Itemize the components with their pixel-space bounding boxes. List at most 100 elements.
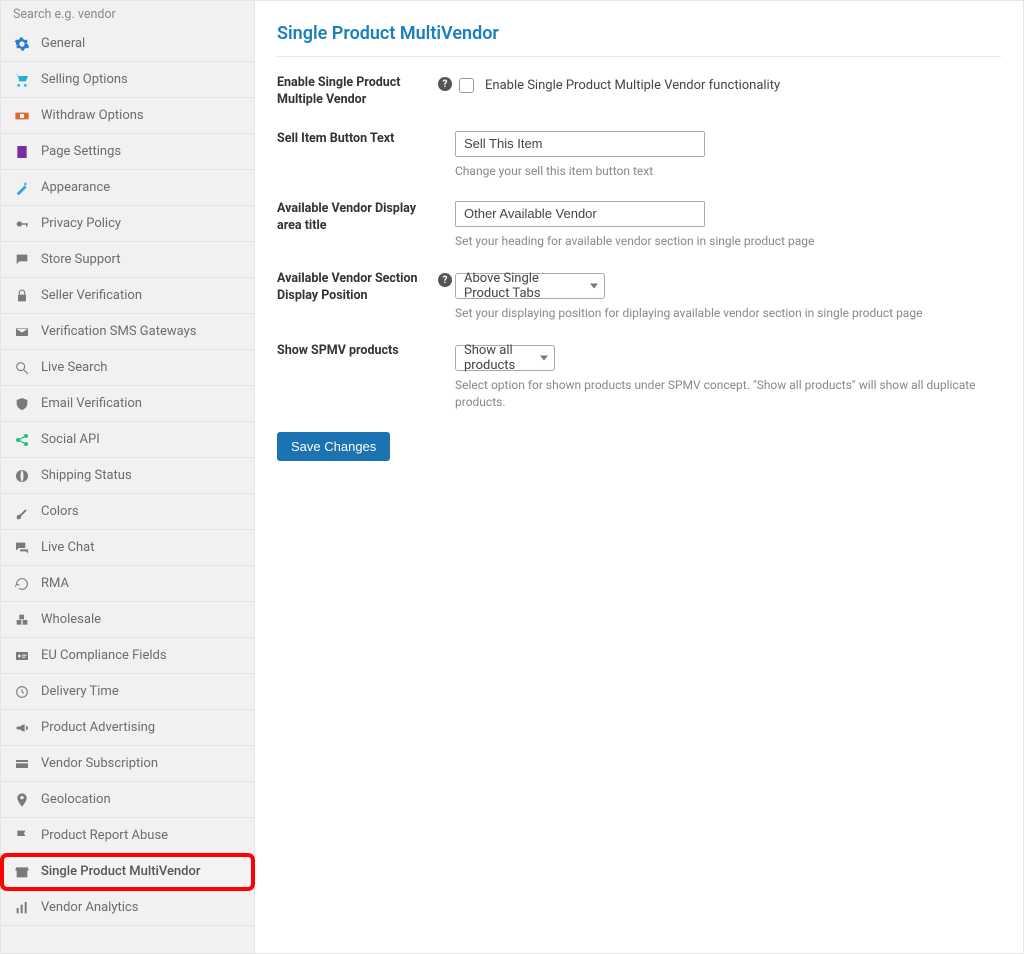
enable-spmv-checkbox-line[interactable]: Enable Single Product Multiple Vendor fu… [455,75,1001,96]
sidebar-item-label: General [41,36,85,51]
save-button[interactable]: Save Changes [277,432,390,461]
sidebar-item-email-verification[interactable]: Email Verification [1,386,254,422]
sidebar-item-withdraw-options[interactable]: Withdraw Options [1,98,254,134]
sidebar-item-selling-options[interactable]: Selling Options [1,62,254,98]
chevron-down-icon [540,356,548,361]
display-position-value: Above Single Product Tabs [464,271,582,301]
sidebar-item-single-product-multivendor[interactable]: Single Product MultiVendor [1,854,254,890]
chat-icon [13,251,31,269]
setting-vendor-title: Available Vendor Display area title Set … [277,201,1001,249]
pin-icon [13,791,31,809]
setting-show-spmv: Show SPMV products Show all products Sel… [277,343,1001,409]
settings-panel: Single Product MultiVendor Enable Single… [255,1,1023,953]
enable-spmv-checkbox-label: Enable Single Product Multiple Vendor fu… [485,78,780,93]
sidebar-item-label: Withdraw Options [41,108,144,123]
megaphone-icon [13,719,31,737]
shield-icon [13,395,31,413]
setting-display-position: Available Vendor Section Display Positio… [277,271,1001,321]
sidebar-item-privacy-policy[interactable]: Privacy Policy [1,206,254,242]
sidebar-item-label: Product Advertising [41,720,155,735]
comments-icon [13,539,31,557]
id-card-icon [13,647,31,665]
display-position-select[interactable]: Above Single Product Tabs [455,273,605,299]
gear-icon [13,35,31,53]
sidebar-item-label: Geolocation [41,792,111,807]
sidebar-item-label: Live Chat [41,540,94,555]
envelope-icon [13,323,31,341]
chevron-down-icon [590,284,598,289]
sidebar-item-label: Delivery Time [41,684,119,699]
sidebar-item-label: Wholesale [41,612,101,627]
sidebar-item-geolocation[interactable]: Geolocation [1,782,254,818]
sidebar-item-shipping-status[interactable]: Shipping Status [1,458,254,494]
page-title: Single Product MultiVendor [277,23,1001,44]
sidebar-item-vendor-analytics[interactable]: Vendor Analytics [1,890,254,926]
globe-icon [13,467,31,485]
sidebar-item-label: Social API [41,432,100,447]
vendor-title-input[interactable] [455,201,705,227]
sidebar-item-label: Appearance [41,180,110,195]
sidebar-item-label: Single Product MultiVendor [41,864,200,879]
label-enable-spmv: Enable Single Product Multiple Vendor [277,75,435,109]
sidebar-item-label: Seller Verification [41,288,142,303]
enable-spmv-checkbox[interactable] [459,78,474,93]
sidebar-item-product-report-abuse[interactable]: Product Report Abuse [1,818,254,854]
sidebar-item-label: Email Verification [41,396,142,411]
sidebar-item-product-advertising[interactable]: Product Advertising [1,710,254,746]
sidebar-item-appearance[interactable]: Appearance [1,170,254,206]
label-sell-button-text: Sell Item Button Text [277,131,435,148]
label-show-spmv: Show SPMV products [277,343,435,360]
store-icon [13,863,31,881]
sidebar-item-label: Vendor Subscription [41,756,158,771]
sidebar-item-label: RMA [41,576,69,591]
sidebar-item-verification-sms-gateways[interactable]: Verification SMS Gateways [1,314,254,350]
sidebar-item-general[interactable]: General [1,26,254,62]
sidebar-item-page-settings[interactable]: Page Settings [1,134,254,170]
sidebar-item-wholesale[interactable]: Wholesale [1,602,254,638]
show-spmv-desc: Select option for shown products under S… [455,377,1001,409]
sidebar-item-social-api[interactable]: Social API [1,422,254,458]
sidebar-item-colors[interactable]: Colors [1,494,254,530]
page-icon [13,143,31,161]
sidebar-item-live-search[interactable]: Live Search [1,350,254,386]
sidebar-item-vendor-subscription[interactable]: Vendor Subscription [1,746,254,782]
show-spmv-select[interactable]: Show all products [455,345,555,371]
settings-sidebar: Search e.g. vendor General Selling Optio… [1,1,255,953]
sidebar-item-label: Privacy Policy [41,216,121,231]
bar-chart-icon [13,899,31,917]
search-icon [13,359,31,377]
sidebar-item-label: Shipping Status [41,468,132,483]
sidebar-item-label: Live Search [41,360,107,375]
sidebar-item-seller-verification[interactable]: Seller Verification [1,278,254,314]
sidebar-item-label: Colors [41,504,79,519]
sidebar-item-label: Store Support [41,252,121,267]
sidebar-search[interactable]: Search e.g. vendor [1,1,254,26]
help-icon[interactable]: ? [438,77,452,91]
cart-icon [13,71,31,89]
wand-icon [13,179,31,197]
vendor-title-desc: Set your heading for available vendor se… [455,233,1001,249]
sidebar-item-store-support[interactable]: Store Support [1,242,254,278]
sidebar-item-label: Product Report Abuse [41,828,168,843]
sell-button-text-desc: Change your sell this item button text [455,163,1001,179]
sidebar-item-eu-compliance[interactable]: EU Compliance Fields [1,638,254,674]
sidebar-item-label: Vendor Analytics [41,900,138,915]
help-icon[interactable]: ? [438,273,452,287]
show-spmv-value: Show all products [464,343,532,373]
setting-enable-spmv: Enable Single Product Multiple Vendor ? … [277,75,1001,109]
lock-icon [13,287,31,305]
app-root: Search e.g. vendor General Selling Optio… [0,0,1024,954]
sidebar-item-label: Selling Options [41,72,128,87]
withdraw-icon [13,107,31,125]
sidebar-item-rma[interactable]: RMA [1,566,254,602]
setting-sell-button-text: Sell Item Button Text Change your sell t… [277,131,1001,179]
boxes-icon [13,611,31,629]
display-position-desc: Set your displaying position for diplayi… [455,305,1001,321]
sidebar-item-label: EU Compliance Fields [41,648,167,663]
card-icon [13,755,31,773]
sell-button-text-input[interactable] [455,131,705,157]
sidebar-item-delivery-time[interactable]: Delivery Time [1,674,254,710]
sidebar-item-live-chat[interactable]: Live Chat [1,530,254,566]
flag-icon [13,827,31,845]
sidebar-item-label: Page Settings [41,144,121,159]
